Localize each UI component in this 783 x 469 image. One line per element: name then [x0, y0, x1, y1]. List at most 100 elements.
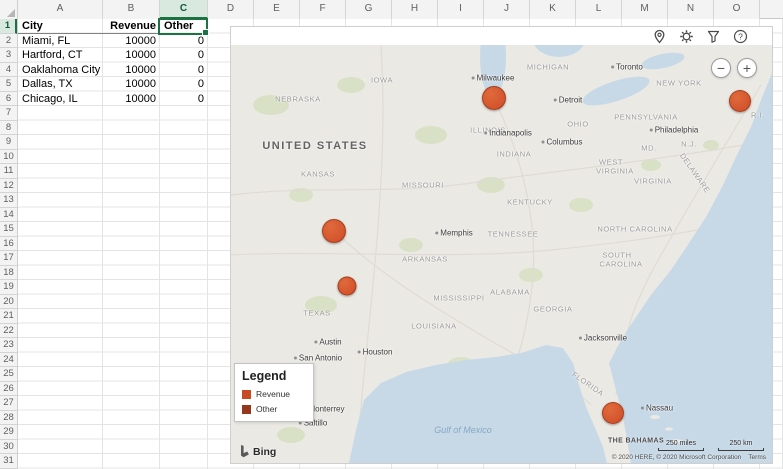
column-header-J[interactable]: J	[484, 0, 530, 19]
row-header-22[interactable]: 22	[0, 324, 17, 338]
row-header-23[interactable]: 23	[0, 338, 17, 353]
zoom-controls: − +	[711, 58, 757, 78]
row-header-3[interactable]: 3	[0, 48, 17, 63]
cell-C5[interactable]: 0	[160, 77, 208, 92]
row-header-31[interactable]: 31	[0, 454, 17, 469]
cell-C2[interactable]: 0	[160, 34, 208, 49]
row-header-20[interactable]: 20	[0, 295, 17, 309]
row-header-2[interactable]: 2	[0, 34, 17, 48]
row-header-26[interactable]: 26	[0, 382, 17, 396]
cell-A3[interactable]: Hartford, CT	[18, 48, 103, 63]
cell-A6[interactable]: Chicago, IL	[18, 92, 103, 107]
row-header-19[interactable]: 19	[0, 280, 17, 295]
column-header-F[interactable]: F	[300, 0, 346, 19]
cell-C6[interactable]: 0	[160, 92, 208, 107]
cell-C1[interactable]: Other	[160, 19, 208, 34]
scale-miles-bar	[658, 448, 704, 451]
legend-label: Other	[256, 404, 278, 414]
legend-swatch-revenue	[242, 389, 251, 399]
column-header-L[interactable]: L	[576, 0, 622, 19]
scale-miles: 250 miles	[658, 440, 704, 451]
legend-item-revenue: Revenue	[242, 389, 306, 399]
cell-B2[interactable]: 10000	[103, 34, 160, 49]
row-header-16[interactable]: 16	[0, 237, 17, 251]
excel-window: ABCDEFGHIJKLMNO 1 2 3 4 5 6 7 8 9 10 11 12 13 14 15 16 1…	[0, 0, 783, 469]
scale-km: 250 km	[718, 440, 764, 451]
column-header-H[interactable]: H	[392, 0, 438, 19]
column-header-A[interactable]: A	[18, 0, 103, 19]
row-header-12[interactable]: 12	[0, 179, 17, 193]
column-header-E[interactable]: E	[254, 0, 300, 19]
settings-gear-icon[interactable]	[679, 29, 694, 44]
cell-C4[interactable]: 0	[160, 63, 208, 78]
zoom-in-button[interactable]: +	[737, 58, 757, 78]
column-header-I[interactable]: I	[438, 0, 484, 19]
cell-C3[interactable]: 0	[160, 48, 208, 63]
bing-icon	[241, 445, 249, 458]
cell-A2[interactable]: Miami, FL	[18, 34, 103, 49]
row-header-5[interactable]: 5	[0, 77, 17, 92]
attribution-text: © 2020 HERE, © 2020 Microsoft Corporatio…	[611, 454, 742, 461]
filter-icon[interactable]	[706, 29, 721, 44]
row-header-7[interactable]: 7	[0, 106, 17, 121]
column-header-M[interactable]: M	[622, 0, 668, 19]
row-header-8[interactable]: 8	[0, 121, 17, 135]
row-header-17[interactable]: 17	[0, 251, 17, 266]
column-header-K[interactable]: K	[530, 0, 576, 19]
column-header-N[interactable]: N	[668, 0, 714, 19]
row-header-15[interactable]: 15	[0, 222, 17, 237]
terms-link[interactable]: Terms	[748, 454, 766, 461]
row-header-1[interactable]: 1	[0, 19, 17, 34]
legend-items: Revenue Other	[242, 389, 306, 414]
map-scale: 250 miles 250 km	[658, 440, 764, 451]
help-icon[interactable]: ?	[733, 29, 748, 44]
row-header-13[interactable]: 13	[0, 193, 17, 208]
cell-B6[interactable]: 10000	[103, 92, 160, 107]
map-canvas[interactable]: UNITED STATES IOWA NEBRASKA MICHIGAN ILLINOI…	[231, 45, 772, 463]
cell-A4[interactable]: Oaklahoma City	[18, 63, 103, 78]
row-header-25[interactable]: 25	[0, 367, 17, 382]
location-icon[interactable]	[652, 29, 667, 44]
map-legend[interactable]: Legend Revenue Other	[234, 363, 314, 422]
row-header-11[interactable]: 11	[0, 164, 17, 179]
zoom-out-button[interactable]: −	[711, 58, 731, 78]
column-header-G[interactable]: G	[346, 0, 392, 19]
scale-km-label: 250 km	[729, 440, 753, 447]
cell-B4[interactable]: 10000	[103, 63, 160, 78]
row-header-27[interactable]: 27	[0, 396, 17, 411]
row-header-29[interactable]: 29	[0, 425, 17, 440]
cell-B3[interactable]: 10000	[103, 48, 160, 63]
row-header-10[interactable]: 10	[0, 150, 17, 164]
row-header-9[interactable]: 9	[0, 135, 17, 150]
row-header-28[interactable]: 28	[0, 411, 17, 425]
column-header-D[interactable]: D	[208, 0, 254, 19]
row-header-21[interactable]: 21	[0, 309, 17, 324]
bing-logo: Bing	[240, 445, 276, 458]
map-marker-miami-fl[interactable]	[602, 402, 624, 424]
map-marker-dallas-tx[interactable]	[337, 276, 357, 296]
cell-A1[interactable]: City	[18, 19, 103, 34]
cell-B5[interactable]: 10000	[103, 77, 160, 92]
column-header-B[interactable]: B	[103, 0, 160, 19]
map-chart[interactable]: ? UNITED STATES IOWA NEBRASKA MICHIGAN I…	[230, 26, 773, 464]
row-header-30[interactable]: 30	[0, 440, 17, 454]
row-headers: 1 2 3 4 5 6 7 8 9 10 11 12 13 14 15 16 17 18 19 20 21 22 23 24 2…	[0, 19, 18, 469]
scale-km-bar	[718, 448, 764, 451]
row-header-14[interactable]: 14	[0, 208, 17, 222]
bing-label: Bing	[253, 445, 277, 458]
legend-item-other: Other	[242, 404, 306, 414]
row-header-6[interactable]: 6	[0, 92, 17, 106]
column-header-row: ABCDEFGHIJKLMNO	[0, 0, 783, 19]
select-all-corner[interactable]	[0, 0, 18, 19]
column-header-O[interactable]: O	[714, 0, 760, 19]
cell-B1[interactable]: Revenue	[103, 19, 160, 34]
column-header-C[interactable]: C	[160, 0, 208, 19]
map-marker-hartford-ct[interactable]	[729, 90, 751, 112]
row-header-4[interactable]: 4	[0, 63, 17, 77]
cell-A5[interactable]: Dallas, TX	[18, 77, 103, 92]
map-marker-oaklahoma-city[interactable]	[322, 219, 346, 243]
column-headers: ABCDEFGHIJKLMNO	[18, 0, 760, 19]
map-marker-chicago-il[interactable]	[482, 86, 506, 110]
row-header-18[interactable]: 18	[0, 266, 17, 280]
row-header-24[interactable]: 24	[0, 353, 17, 367]
